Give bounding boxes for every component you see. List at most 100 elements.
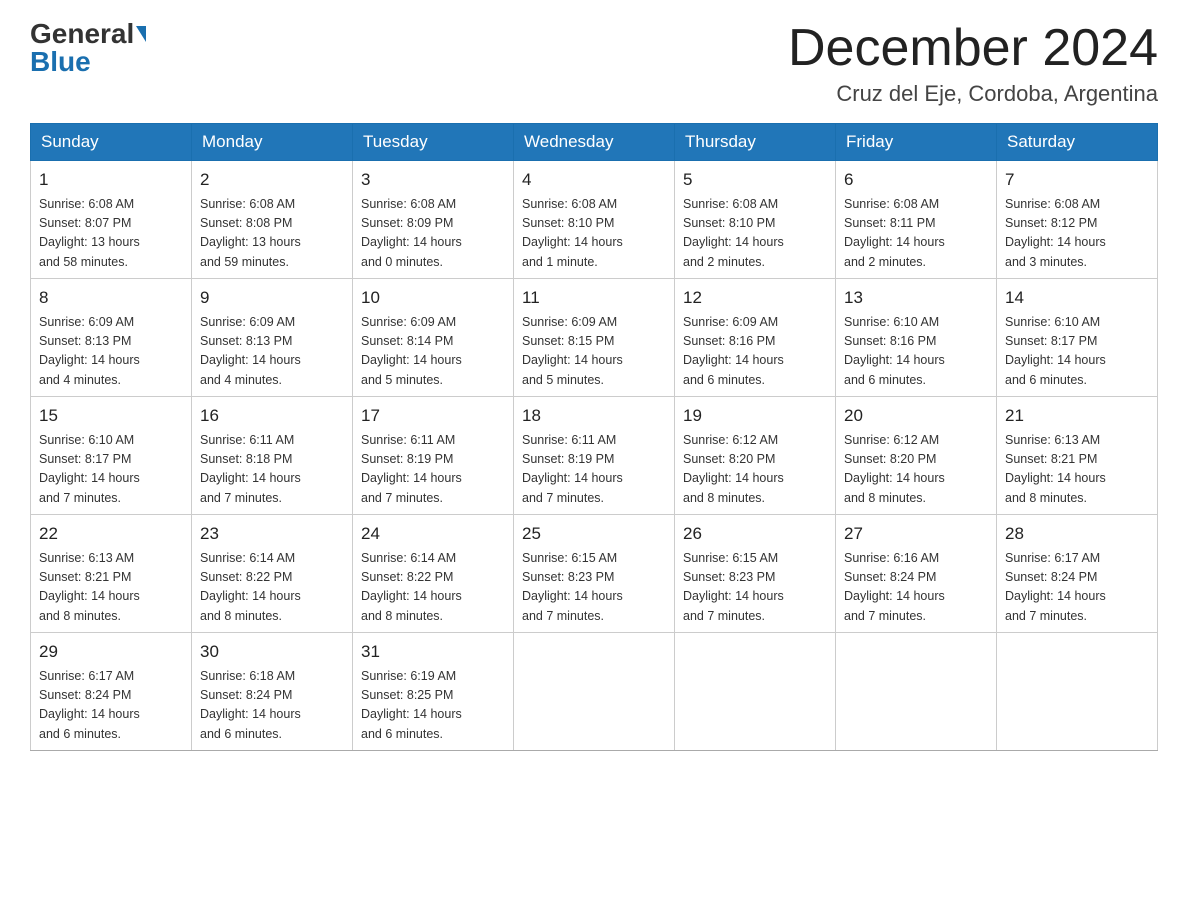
calendar-cell xyxy=(997,633,1158,751)
week-row-1: 1 Sunrise: 6:08 AMSunset: 8:07 PMDaylight… xyxy=(31,161,1158,279)
day-info: Sunrise: 6:09 AMSunset: 8:14 PMDaylight:… xyxy=(361,315,462,387)
day-info: Sunrise: 6:11 AMSunset: 8:19 PMDaylight:… xyxy=(361,433,462,505)
day-number: 6 xyxy=(844,167,988,193)
calendar-cell: 9 Sunrise: 6:09 AMSunset: 8:13 PMDaylight… xyxy=(192,279,353,397)
day-number: 18 xyxy=(522,403,666,429)
day-info: Sunrise: 6:15 AMSunset: 8:23 PMDaylight:… xyxy=(683,551,784,623)
day-number: 21 xyxy=(1005,403,1149,429)
day-header-thursday: Thursday xyxy=(675,124,836,161)
calendar-cell: 10 Sunrise: 6:09 AMSunset: 8:14 PMDayligh… xyxy=(353,279,514,397)
calendar-cell: 17 Sunrise: 6:11 AMSunset: 8:19 PMDayligh… xyxy=(353,397,514,515)
day-info: Sunrise: 6:09 AMSunset: 8:16 PMDaylight:… xyxy=(683,315,784,387)
calendar-table: SundayMondayTuesdayWednesdayThursdayFrid… xyxy=(30,123,1158,751)
calendar-cell: 23Sunrise: 6:14 AMSunset: 8:22 PMDayligh… xyxy=(192,515,353,633)
calendar-cell: 1 Sunrise: 6:08 AMSunset: 8:07 PMDaylight… xyxy=(31,161,192,279)
day-info: Sunrise: 6:18 AMSunset: 8:24 PMDaylight:… xyxy=(200,669,301,741)
day-number: 2 xyxy=(200,167,344,193)
day-info: Sunrise: 6:08 AMSunset: 8:12 PMDaylight:… xyxy=(1005,197,1106,269)
day-number: 29 xyxy=(39,639,183,665)
day-info: Sunrise: 6:10 AMSunset: 8:17 PMDaylight:… xyxy=(39,433,140,505)
day-info: Sunrise: 6:10 AMSunset: 8:16 PMDaylight:… xyxy=(844,315,945,387)
day-number: 27 xyxy=(844,521,988,547)
day-info: Sunrise: 6:15 AMSunset: 8:23 PMDaylight:… xyxy=(522,551,623,623)
day-header-saturday: Saturday xyxy=(997,124,1158,161)
day-info: Sunrise: 6:13 AMSunset: 8:21 PMDaylight:… xyxy=(39,551,140,623)
calendar-cell: 28 Sunrise: 6:17 AMSunset: 8:24 PMDayligh… xyxy=(997,515,1158,633)
days-header-row: SundayMondayTuesdayWednesdayThursdayFrid… xyxy=(31,124,1158,161)
calendar-cell: 11 Sunrise: 6:09 AMSunset: 8:15 PMDayligh… xyxy=(514,279,675,397)
month-title: December 2024 xyxy=(788,20,1158,77)
day-info: Sunrise: 6:19 AMSunset: 8:25 PMDaylight:… xyxy=(361,669,462,741)
day-number: 19 xyxy=(683,403,827,429)
calendar-cell: 24 Sunrise: 6:14 AMSunset: 8:22 PMDayligh… xyxy=(353,515,514,633)
day-info: Sunrise: 6:12 AMSunset: 8:20 PMDaylight:… xyxy=(844,433,945,505)
day-number: 8 xyxy=(39,285,183,311)
day-number: 5 xyxy=(683,167,827,193)
day-number: 24 xyxy=(361,521,505,547)
logo: General Blue xyxy=(30,20,146,76)
day-info: Sunrise: 6:12 AMSunset: 8:20 PMDaylight:… xyxy=(683,433,784,505)
day-info: Sunrise: 6:14 AMSunset: 8:22 PMDaylight:… xyxy=(200,551,301,623)
calendar-cell: 7 Sunrise: 6:08 AMSunset: 8:12 PMDaylight… xyxy=(997,161,1158,279)
day-number: 31 xyxy=(361,639,505,665)
day-info: Sunrise: 6:11 AMSunset: 8:18 PMDaylight:… xyxy=(200,433,301,505)
location-title: Cruz del Eje, Cordoba, Argentina xyxy=(788,81,1158,107)
day-number: 20 xyxy=(844,403,988,429)
day-info: Sunrise: 6:08 AMSunset: 8:07 PMDaylight:… xyxy=(39,197,140,269)
day-number: 25 xyxy=(522,521,666,547)
day-number: 10 xyxy=(361,285,505,311)
day-info: Sunrise: 6:08 AMSunset: 8:09 PMDaylight:… xyxy=(361,197,462,269)
day-info: Sunrise: 6:11 AMSunset: 8:19 PMDaylight:… xyxy=(522,433,623,505)
day-info: Sunrise: 6:08 AMSunset: 8:10 PMDaylight:… xyxy=(683,197,784,269)
day-info: Sunrise: 6:08 AMSunset: 8:10 PMDaylight:… xyxy=(522,197,623,269)
calendar-cell: 20 Sunrise: 6:12 AMSunset: 8:20 PMDayligh… xyxy=(836,397,997,515)
day-info: Sunrise: 6:17 AMSunset: 8:24 PMDaylight:… xyxy=(1005,551,1106,623)
calendar-cell: 22 Sunrise: 6:13 AMSunset: 8:21 PMDayligh… xyxy=(31,515,192,633)
calendar-cell: 27 Sunrise: 6:16 AMSunset: 8:24 PMDayligh… xyxy=(836,515,997,633)
calendar-cell: 6Sunrise: 6:08 AMSunset: 8:11 PMDaylight… xyxy=(836,161,997,279)
day-info: Sunrise: 6:09 AMSunset: 8:13 PMDaylight:… xyxy=(200,315,301,387)
day-header-wednesday: Wednesday xyxy=(514,124,675,161)
calendar-cell: 31 Sunrise: 6:19 AMSunset: 8:25 PMDayligh… xyxy=(353,633,514,751)
week-row-4: 22 Sunrise: 6:13 AMSunset: 8:21 PMDayligh… xyxy=(31,515,1158,633)
week-row-3: 15 Sunrise: 6:10 AMSunset: 8:17 PMDayligh… xyxy=(31,397,1158,515)
day-number: 4 xyxy=(522,167,666,193)
logo-blue: Blue xyxy=(30,48,91,76)
calendar-cell: 29Sunrise: 6:17 AMSunset: 8:24 PMDayligh… xyxy=(31,633,192,751)
day-number: 17 xyxy=(361,403,505,429)
day-number: 13 xyxy=(844,285,988,311)
day-number: 1 xyxy=(39,167,183,193)
day-info: Sunrise: 6:13 AMSunset: 8:21 PMDaylight:… xyxy=(1005,433,1106,505)
day-number: 15 xyxy=(39,403,183,429)
day-header-tuesday: Tuesday xyxy=(353,124,514,161)
logo-general: General xyxy=(30,20,134,48)
day-info: Sunrise: 6:09 AMSunset: 8:15 PMDaylight:… xyxy=(522,315,623,387)
calendar-cell: 2 Sunrise: 6:08 AMSunset: 8:08 PMDaylight… xyxy=(192,161,353,279)
calendar-cell: 25 Sunrise: 6:15 AMSunset: 8:23 PMDayligh… xyxy=(514,515,675,633)
day-number: 12 xyxy=(683,285,827,311)
day-info: Sunrise: 6:16 AMSunset: 8:24 PMDaylight:… xyxy=(844,551,945,623)
day-header-monday: Monday xyxy=(192,124,353,161)
day-number: 9 xyxy=(200,285,344,311)
calendar-cell: 4 Sunrise: 6:08 AMSunset: 8:10 PMDaylight… xyxy=(514,161,675,279)
calendar-cell: 26Sunrise: 6:15 AMSunset: 8:23 PMDayligh… xyxy=(675,515,836,633)
day-number: 11 xyxy=(522,285,666,311)
day-number: 7 xyxy=(1005,167,1149,193)
week-row-2: 8 Sunrise: 6:09 AMSunset: 8:13 PMDaylight… xyxy=(31,279,1158,397)
day-info: Sunrise: 6:14 AMSunset: 8:22 PMDaylight:… xyxy=(361,551,462,623)
calendar-cell: 13 Sunrise: 6:10 AMSunset: 8:16 PMDayligh… xyxy=(836,279,997,397)
day-number: 28 xyxy=(1005,521,1149,547)
day-number: 30 xyxy=(200,639,344,665)
day-number: 14 xyxy=(1005,285,1149,311)
title-section: December 2024 Cruz del Eje, Cordoba, Arg… xyxy=(788,20,1158,107)
calendar-cell xyxy=(514,633,675,751)
calendar-cell xyxy=(675,633,836,751)
calendar-cell: 21 Sunrise: 6:13 AMSunset: 8:21 PMDayligh… xyxy=(997,397,1158,515)
calendar-cell: 12 Sunrise: 6:09 AMSunset: 8:16 PMDayligh… xyxy=(675,279,836,397)
day-number: 22 xyxy=(39,521,183,547)
calendar-cell: 19 Sunrise: 6:12 AMSunset: 8:20 PMDayligh… xyxy=(675,397,836,515)
logo-triangle-icon xyxy=(136,26,146,42)
calendar-cell: 5 Sunrise: 6:08 AMSunset: 8:10 PMDaylight… xyxy=(675,161,836,279)
day-number: 16 xyxy=(200,403,344,429)
day-info: Sunrise: 6:08 AMSunset: 8:08 PMDaylight:… xyxy=(200,197,301,269)
